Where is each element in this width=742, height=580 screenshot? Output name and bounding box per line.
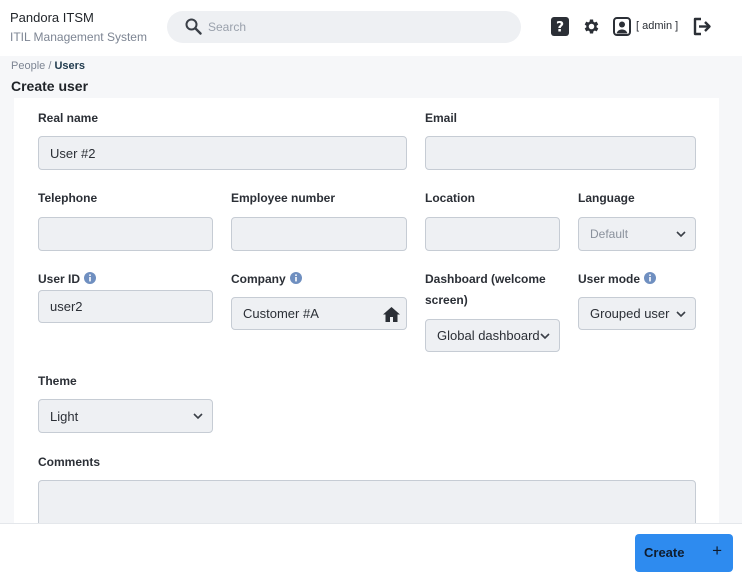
theme-value: Light: [50, 408, 79, 424]
theme-select[interactable]: Light: [38, 399, 213, 433]
chevron-down-icon: [676, 310, 686, 317]
chevron-down-icon: [540, 332, 550, 339]
user-mode-label-text: User mode: [578, 272, 641, 286]
real-name-input[interactable]: [38, 136, 407, 170]
language-value: Default: [590, 227, 629, 241]
comments-label: Comments: [38, 455, 101, 469]
user-icon[interactable]: [613, 17, 631, 41]
user-mode-value: Grouped user: [590, 306, 670, 321]
language-select[interactable]: Default: [578, 217, 696, 251]
telephone-label: Telephone: [38, 191, 98, 205]
info-icon[interactable]: [644, 272, 657, 284]
user-form: Real name Email Telephone Employee numbe…: [14, 98, 719, 540]
info-icon[interactable]: [289, 272, 302, 284]
dashboard-label-line2: screen): [425, 293, 468, 307]
real-name-label: Real name: [38, 111, 99, 125]
dashboard-select[interactable]: Global dashboard: [425, 319, 560, 352]
user-id-input[interactable]: [38, 290, 213, 323]
page-title: Create user: [11, 78, 89, 94]
employee-number-label: Employee number: [231, 191, 336, 205]
app-title: Pandora ITSM: [10, 10, 94, 25]
company-field[interactable]: Customer #A: [231, 297, 407, 330]
user-mode-select[interactable]: Grouped user: [578, 297, 696, 330]
employee-number-input[interactable]: [231, 217, 407, 251]
info-icon[interactable]: [84, 272, 97, 284]
logout-icon[interactable]: [692, 17, 712, 41]
location-label: Location: [425, 191, 475, 205]
company-label-text: Company: [231, 272, 286, 286]
svg-text:?: ?: [556, 20, 564, 36]
home-icon[interactable]: [382, 306, 401, 323]
telephone-input[interactable]: [38, 217, 213, 251]
dashboard-label-line1: Dashboard (welcome: [425, 272, 546, 286]
user-mode-label: User mode: [578, 269, 657, 290]
create-button[interactable]: Create +: [635, 534, 733, 572]
search-icon: [185, 18, 202, 40]
chevron-down-icon: [193, 413, 203, 420]
app-subtitle: ITIL Management System: [10, 30, 147, 44]
username-label[interactable]: [ admin ]: [636, 20, 678, 32]
chevron-down-icon: [676, 231, 686, 238]
user-id-label-text: User ID: [38, 272, 81, 286]
help-icon[interactable]: ?: [551, 17, 569, 41]
breadcrumb: People / Users: [11, 60, 85, 72]
create-button-label: Create: [644, 545, 685, 560]
search-bar: [167, 11, 521, 43]
footer-bar: Create +: [0, 523, 742, 580]
email-input[interactable]: [425, 136, 696, 170]
company-value: Customer #A: [243, 306, 319, 321]
breadcrumb-people[interactable]: People: [11, 60, 45, 72]
dashboard-label: Dashboard (welcome screen): [425, 269, 546, 311]
user-id-label: User ID: [38, 269, 97, 290]
gear-icon[interactable]: [582, 17, 601, 41]
language-label: Language: [578, 191, 635, 205]
theme-label: Theme: [38, 374, 77, 388]
company-label: Company: [231, 269, 302, 290]
breadcrumb-users[interactable]: Users: [54, 60, 85, 72]
email-label: Email: [425, 111, 458, 125]
top-header: Pandora ITSM ITIL Management System ? [ …: [0, 0, 742, 56]
location-input[interactable]: [425, 217, 560, 251]
brand[interactable]: Pandora ITSM ITIL Management System: [10, 10, 147, 44]
dashboard-value: Global dashboard: [437, 328, 540, 343]
search-input[interactable]: [208, 17, 508, 37]
plus-icon: +: [712, 541, 722, 560]
